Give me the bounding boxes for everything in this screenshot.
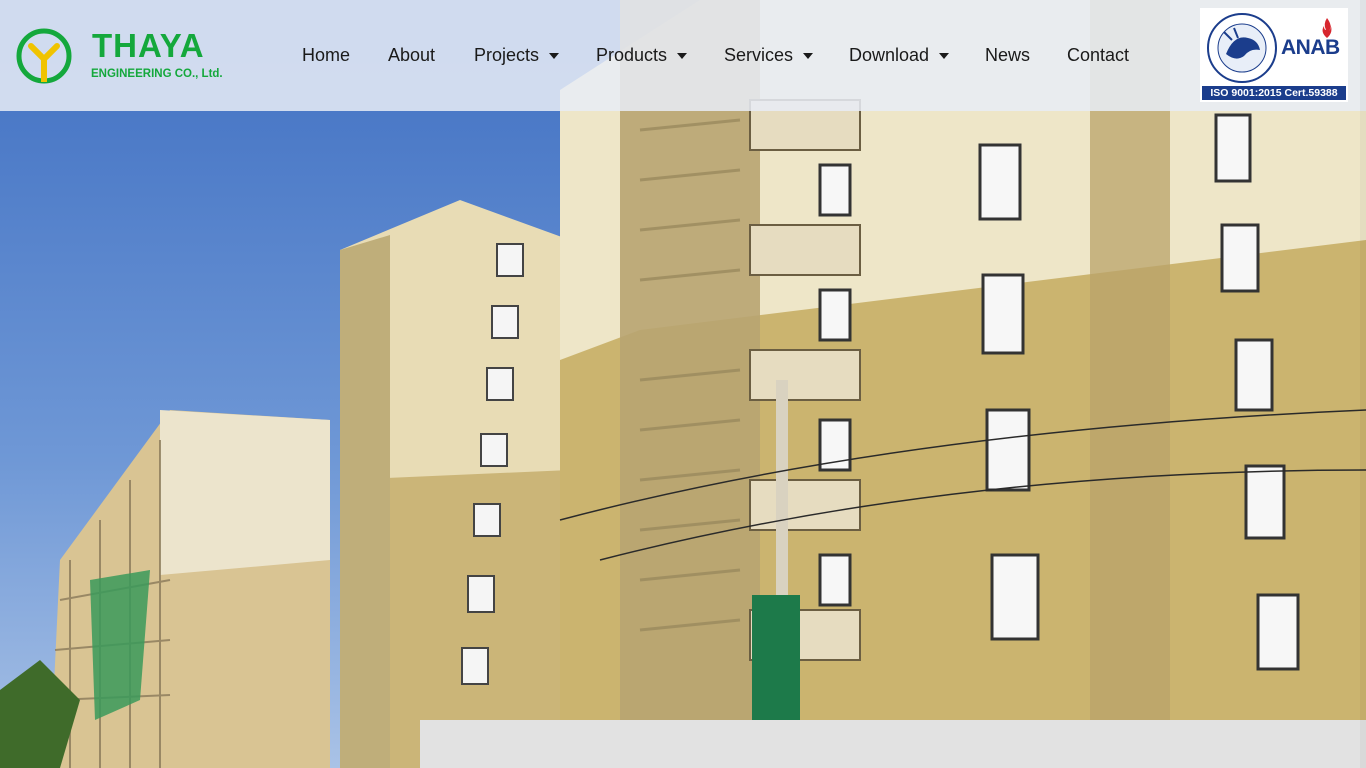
company-subtitle: ENGINEERING CO., Ltd. [91, 68, 223, 80]
nav-label: Services [724, 44, 794, 65]
nav-contact[interactable]: Contact [1067, 43, 1129, 67]
company-name: THAYA [92, 27, 205, 64]
iso-certification-badge: ANAB ISO 9001:2015 Cert.59388 [1200, 8, 1348, 102]
top-navbar: THAYA ENGINEERING CO., Ltd. Home About P… [0, 0, 1366, 111]
nav-products[interactable]: Products [596, 43, 688, 67]
nav-label: News [985, 44, 1031, 65]
nav-label: Projects [474, 44, 540, 65]
nav-label: Home [302, 44, 351, 65]
nav-projects[interactable]: Projects [474, 43, 560, 67]
anab-flame-icon [1322, 18, 1332, 38]
thaya-logo-icon [16, 28, 72, 84]
caret-down-icon [549, 53, 560, 59]
page-scrollbar[interactable] [1360, 0, 1366, 768]
nav-label: Download [849, 44, 930, 65]
nav-about[interactable]: About [388, 43, 435, 67]
nav-home[interactable]: Home [302, 43, 350, 67]
nav-label: Contact [1067, 44, 1130, 65]
nav-download[interactable]: Download [849, 43, 950, 67]
iso-cert-banner: ISO 9001:2015 Cert.59388 [1202, 86, 1346, 100]
hero-banner-image [0, 0, 1366, 768]
caret-down-icon [803, 53, 814, 59]
caret-down-icon [677, 53, 688, 59]
nav-label: Products [596, 44, 668, 65]
nav-services[interactable]: Services [724, 43, 814, 67]
nav-news[interactable]: News [985, 43, 1030, 67]
caret-down-icon [939, 53, 950, 59]
nav-label: About [388, 44, 436, 65]
company-logo[interactable]: THAYA ENGINEERING CO., Ltd. [14, 26, 224, 86]
anab-logo-text: ANAB [1281, 36, 1340, 59]
abs-seal-icon [1207, 13, 1277, 83]
